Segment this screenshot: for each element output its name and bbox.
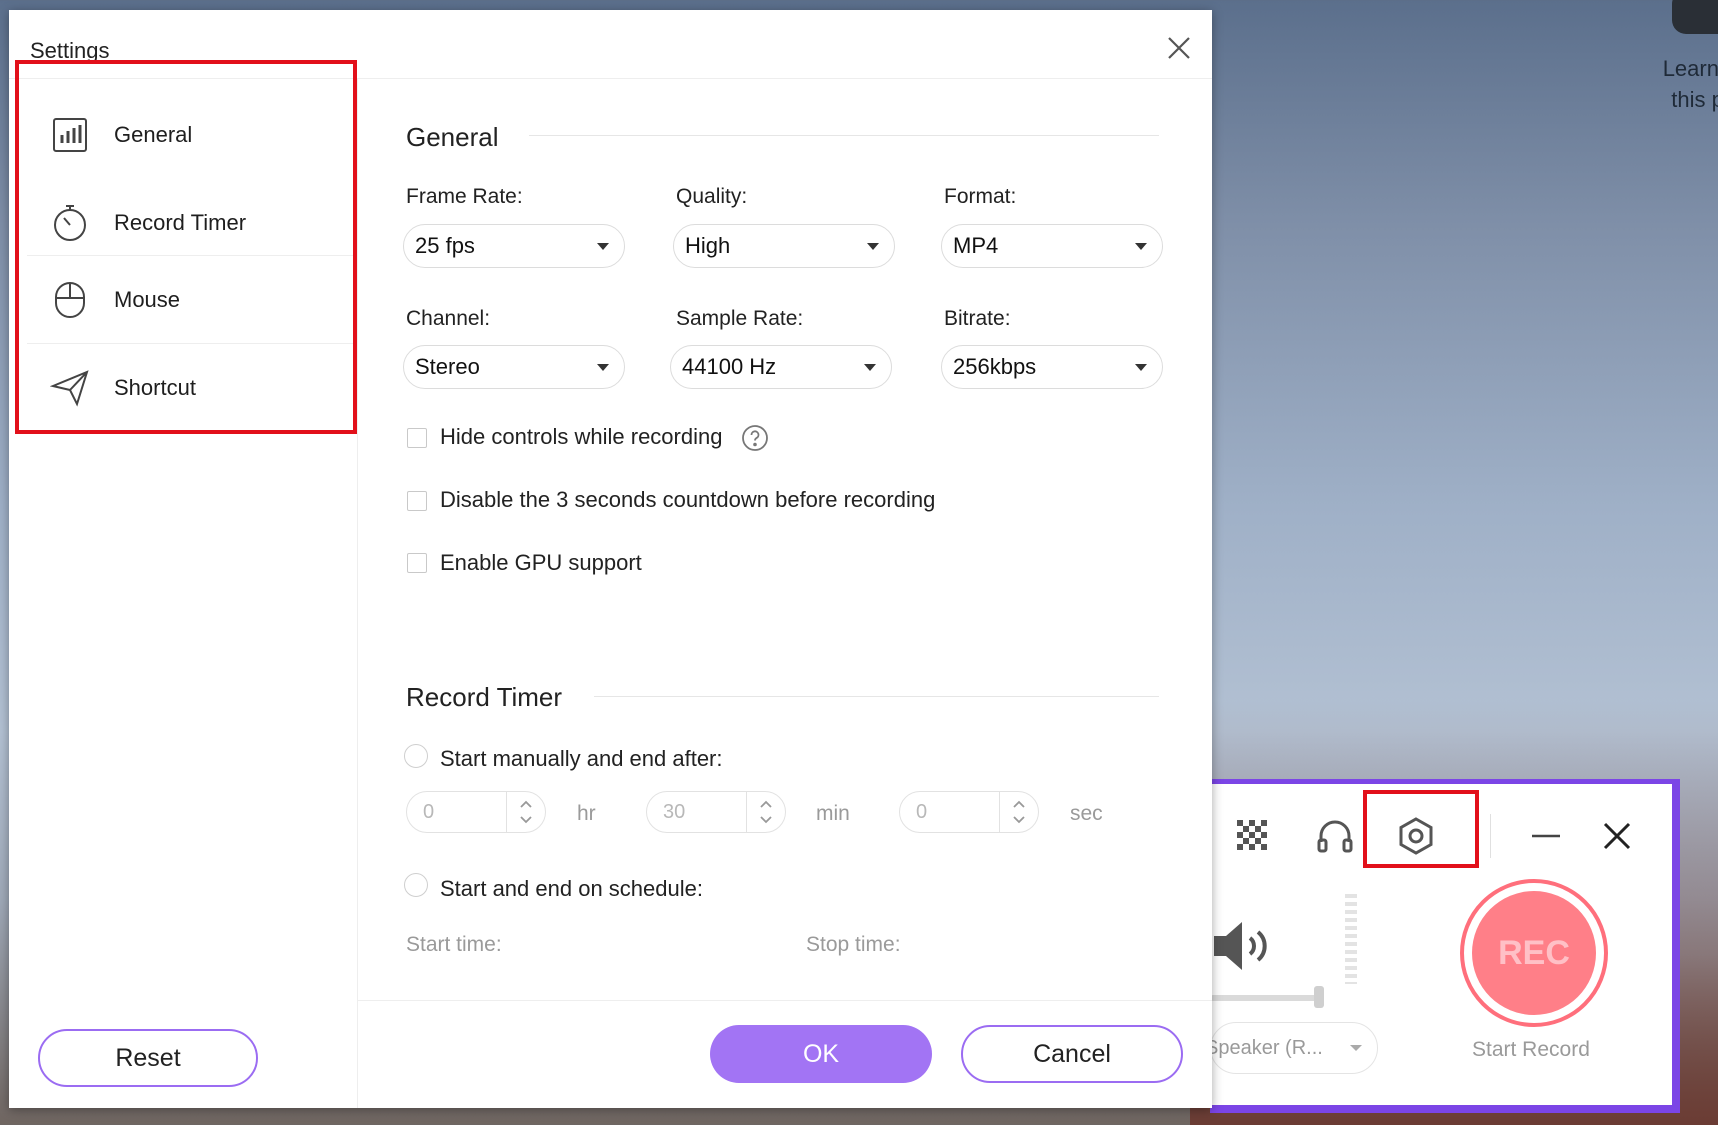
chevron-down-icon — [867, 243, 879, 250]
chevron-down-icon — [1135, 243, 1147, 250]
stepper-arrows-icon[interactable] — [747, 792, 785, 832]
minutes-value: 30 — [663, 800, 686, 823]
format-dropdown[interactable]: MP4 — [941, 224, 1163, 268]
stepper-arrows-icon[interactable] — [1000, 792, 1038, 832]
gpu-support-label: Enable GPU support — [440, 550, 642, 575]
highlight-box-sidebar — [15, 60, 357, 434]
quality-value: High — [685, 233, 731, 258]
frame-rate-dropdown[interactable]: 25 fps — [403, 224, 625, 268]
format-value: MP4 — [953, 233, 999, 258]
minutes-unit: min — [816, 802, 850, 825]
seconds-unit: sec — [1070, 802, 1103, 825]
background-chat-bubble — [1672, 0, 1718, 34]
channel-label: Channel: — [406, 307, 491, 330]
watermark-grid-icon[interactable] — [1231, 814, 1275, 858]
start-record-label: Start Record — [1472, 1038, 1590, 1061]
hours-stepper[interactable]: 0 — [406, 791, 546, 833]
frame-rate-value: 25 fps — [415, 233, 475, 258]
volume-slider-handle[interactable] — [1314, 986, 1324, 1008]
close-icon[interactable] — [1595, 814, 1639, 858]
speaker-device-value: Speaker (R... — [1205, 1036, 1323, 1059]
hide-controls-checkbox[interactable] — [407, 428, 427, 448]
stop-time-label: Stop time: — [806, 933, 901, 956]
quality-dropdown[interactable]: High — [673, 224, 895, 268]
background-caption: Learn a this pi — [1662, 56, 1718, 112]
seconds-value: 0 — [916, 800, 928, 823]
frame-rate-label: Frame Rate: — [406, 185, 523, 208]
toolbar-divider — [1490, 814, 1491, 858]
chevron-down-icon — [597, 243, 609, 250]
volume-level-meter — [1345, 894, 1357, 984]
section-divider — [529, 135, 1159, 136]
hours-value: 0 — [423, 800, 435, 823]
disable-countdown-label: Disable the 3 seconds countdown before r… — [440, 487, 936, 512]
schedule-radio[interactable] — [404, 873, 428, 897]
speaker-volume-icon[interactable] — [1212, 916, 1282, 976]
cancel-button[interactable]: Cancel — [961, 1025, 1183, 1083]
sample-rate-label: Sample Rate: — [676, 307, 804, 330]
minimize-icon[interactable] — [1524, 814, 1568, 858]
record-timer-section-title: Record Timer — [406, 682, 563, 712]
bitrate-label: Bitrate: — [944, 307, 1011, 330]
quality-label: Quality: — [676, 185, 748, 208]
stepper-arrows-icon[interactable] — [507, 792, 545, 832]
format-label: Format: — [944, 185, 1017, 208]
start-time-label: Start time: — [406, 933, 502, 956]
footer-divider — [358, 1000, 1212, 1001]
sample-rate-value: 44100 Hz — [682, 354, 777, 379]
chevron-down-icon — [597, 364, 609, 371]
record-button-label: REC — [1472, 891, 1596, 1015]
headphones-icon[interactable] — [1313, 814, 1357, 858]
start-manually-label: Start manually and end after: — [440, 746, 723, 771]
bitrate-value: 256kbps — [953, 354, 1037, 379]
hide-controls-label: Hide controls while recording — [440, 424, 723, 449]
chevron-down-icon — [1135, 364, 1147, 371]
channel-dropdown[interactable]: Stereo — [403, 345, 625, 389]
help-question-icon[interactable] — [741, 424, 769, 452]
dialog-close-icon[interactable] — [1159, 28, 1199, 68]
disable-countdown-checkbox[interactable] — [407, 491, 427, 511]
schedule-label: Start and end on schedule: — [440, 876, 703, 901]
sample-rate-dropdown[interactable]: 44100 Hz — [670, 345, 892, 389]
highlight-box-settings — [1363, 790, 1479, 868]
reset-button[interactable]: Reset — [38, 1029, 258, 1087]
minutes-stepper[interactable]: 30 — [646, 791, 786, 833]
general-section-title: General — [406, 122, 499, 152]
settings-dialog: Settings General Record Timer Mouse Shor… — [9, 10, 1212, 1108]
ok-button[interactable]: OK — [710, 1025, 932, 1083]
chevron-down-icon — [1350, 1045, 1362, 1051]
chevron-down-icon — [864, 364, 876, 371]
volume-slider[interactable] — [1210, 995, 1320, 1001]
hours-unit: hr — [577, 802, 596, 825]
channel-value: Stereo — [415, 354, 480, 379]
record-button[interactable]: REC — [1460, 879, 1608, 1027]
start-manually-radio[interactable] — [404, 744, 428, 768]
gpu-support-checkbox[interactable] — [407, 553, 427, 573]
bitrate-dropdown[interactable]: 256kbps — [941, 345, 1163, 389]
section-divider — [594, 696, 1159, 697]
seconds-stepper[interactable]: 0 — [899, 791, 1039, 833]
speaker-device-dropdown[interactable]: Speaker (R... — [1205, 1022, 1378, 1074]
